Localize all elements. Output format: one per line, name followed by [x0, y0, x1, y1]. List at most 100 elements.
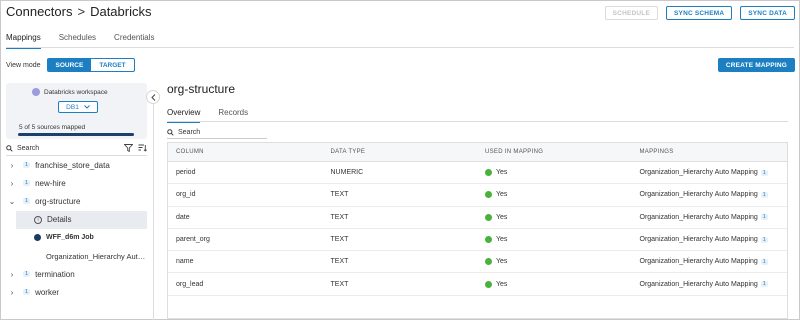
cell-column: org_id — [176, 191, 196, 199]
filter-icon[interactable] — [124, 144, 133, 152]
table-row[interactable]: org_lead TEXT Yes Organization_Hierarchy… — [168, 273, 787, 296]
mapped-progress-bar — [18, 133, 134, 136]
cell-mappings: Organization_Hierarchy Auto Mapping 1 — [639, 191, 768, 199]
count-badge: 1 — [23, 271, 31, 278]
count-badge: 1 — [760, 258, 768, 265]
count-badge: 1 — [760, 191, 768, 198]
count-badge: 1 — [23, 198, 31, 205]
header-data-type[interactable]: DATA TYPE — [323, 149, 478, 155]
count-badge: 1 — [760, 169, 768, 176]
tree-item-job[interactable]: WFF_d6m Job — [6, 229, 147, 247]
header-column[interactable]: COLUMN — [168, 149, 323, 155]
left-search-input[interactable]: Search — [6, 142, 147, 154]
breadcrumb-connectors[interactable]: Connectors — [6, 4, 72, 19]
columns-table: COLUMN DATA TYPE USED IN MAPPING MAPPING… — [167, 142, 788, 319]
table-header: COLUMN DATA TYPE USED IN MAPPING MAPPING… — [168, 143, 787, 162]
cell-used: Yes — [477, 236, 632, 244]
status-dot-icon — [485, 258, 492, 266]
page-title: org-structure — [167, 82, 236, 96]
table-search-input[interactable]: Search — [167, 129, 267, 139]
sort-icon[interactable] — [138, 144, 147, 152]
status-dot-icon — [485, 191, 492, 199]
breadcrumb: Connectors > Databricks — [6, 4, 152, 19]
cell-mappings: Organization_Hierarchy Auto Mapping 1 — [639, 236, 768, 244]
sync-schema-button[interactable]: SYNC SCHEMA — [666, 6, 733, 20]
tree-item-worker[interactable]: › 1 worker — [6, 283, 147, 301]
count-badge: 1 — [760, 214, 768, 221]
sources-mapped-text: 5 of 5 sources mapped — [19, 124, 86, 131]
create-mapping-button[interactable]: CREATE MAPPING — [717, 58, 795, 72]
view-mode-label: View mode — [6, 61, 41, 69]
cell-column: org_lead — [176, 280, 204, 288]
panel-divider — [153, 104, 154, 320]
cell-mappings: Organization_Hierarchy Auto Mapping 1 — [639, 169, 768, 177]
cell-data-type: TEXT — [330, 280, 349, 288]
workspace-title: Databricks workspace — [32, 88, 108, 96]
chevron-right-icon[interactable]: › — [6, 288, 18, 297]
header-divider — [6, 47, 794, 48]
view-mode-toggle: SOURCE TARGET — [46, 58, 135, 72]
view-mode: View mode SOURCE TARGET — [6, 58, 135, 72]
cell-data-type: NUMERIC — [330, 169, 364, 177]
source-toggle-button[interactable]: SOURCE — [47, 59, 92, 71]
table-row[interactable]: date TEXT Yes Organization_Hierarchy Aut… — [168, 207, 787, 229]
tree-item-details[interactable]: i Details — [16, 210, 147, 229]
sync-data-button[interactable]: SYNC DATA — [740, 6, 795, 20]
header-used-in-mapping[interactable]: USED IN MAPPING — [477, 149, 632, 155]
database-select[interactable]: DB1 — [58, 101, 98, 113]
target-toggle-button[interactable]: TARGET — [91, 59, 133, 71]
tree-item-franchise-store-data[interactable]: › 1 franchise_store_data — [6, 156, 147, 174]
cell-used: Yes — [477, 169, 632, 177]
tree-item-new-hire[interactable]: › 1 new-hire — [6, 174, 147, 192]
chevron-right-icon[interactable]: › — [6, 179, 18, 188]
detail-tabs-divider — [167, 121, 788, 122]
search-icon — [6, 144, 13, 152]
status-dot-icon — [485, 169, 492, 177]
table-row[interactable]: period NUMERIC Yes Organization_Hierarch… — [168, 162, 787, 185]
breadcrumb-current: Databricks — [90, 4, 152, 19]
job-icon — [34, 234, 41, 242]
breadcrumb-separator: > — [77, 4, 86, 19]
status-dot-icon — [485, 236, 492, 244]
tree-item-termination[interactable]: › 1 termination — [6, 265, 147, 283]
table-row[interactable]: parent_org TEXT Yes Organization_Hierarc… — [168, 229, 787, 252]
cell-column: name — [176, 258, 194, 266]
cell-used: Yes — [477, 213, 632, 221]
collapse-left-icon — [150, 93, 155, 101]
header-mappings[interactable]: MAPPINGS — [632, 149, 788, 155]
cell-data-type: TEXT — [330, 236, 349, 244]
cell-used: Yes — [477, 280, 632, 288]
collapse-panel-button[interactable] — [146, 90, 160, 104]
top-actions: SCHEDULE SYNC SCHEMA SYNC DATA — [604, 6, 795, 20]
schedule-button[interactable]: SCHEDULE — [604, 6, 658, 20]
count-badge: 1 — [760, 281, 768, 288]
database-icon — [32, 88, 40, 96]
source-tree: › 1 franchise_store_data › 1 new-hire ⌄ … — [6, 156, 147, 302]
cell-used: Yes — [477, 258, 632, 266]
count-badge: 1 — [23, 289, 31, 296]
chevron-right-icon[interactable]: › — [6, 161, 18, 170]
count-badge: 1 — [760, 236, 768, 243]
workspace-card: Databricks workspace DB1 5 of 5 sources … — [6, 83, 147, 139]
search-icon — [167, 129, 174, 136]
status-dot-icon — [485, 213, 492, 221]
cell-mappings: Organization_Hierarchy Auto Mapping 1 — [639, 258, 768, 266]
cell-column: parent_org — [176, 236, 210, 244]
cell-data-type: TEXT — [330, 258, 349, 266]
chevron-down-icon[interactable]: ⌄ — [6, 197, 18, 206]
cell-mappings: Organization_Hierarchy Auto Mapping 1 — [639, 280, 768, 288]
cell-data-type: TEXT — [330, 191, 349, 199]
tree-item-org-structure[interactable]: ⌄ 1 org-structure — [6, 192, 147, 210]
count-badge: 1 — [23, 162, 31, 169]
table-empty-space — [168, 296, 787, 318]
cell-column: date — [176, 213, 190, 221]
status-dot-icon — [485, 280, 492, 288]
tree-item-mapping[interactable]: Organization_Hierarchy Auto Mapping — [6, 247, 147, 265]
info-icon: i — [34, 215, 42, 224]
cell-data-type: TEXT — [330, 213, 349, 221]
chevron-right-icon[interactable]: › — [6, 270, 18, 279]
cell-used: Yes — [477, 191, 632, 199]
chevron-down-icon — [83, 105, 90, 109]
table-row[interactable]: name TEXT Yes Organization_Hierarchy Aut… — [168, 251, 787, 274]
table-row[interactable]: org_id TEXT Yes Organization_Hierarchy A… — [168, 184, 787, 207]
